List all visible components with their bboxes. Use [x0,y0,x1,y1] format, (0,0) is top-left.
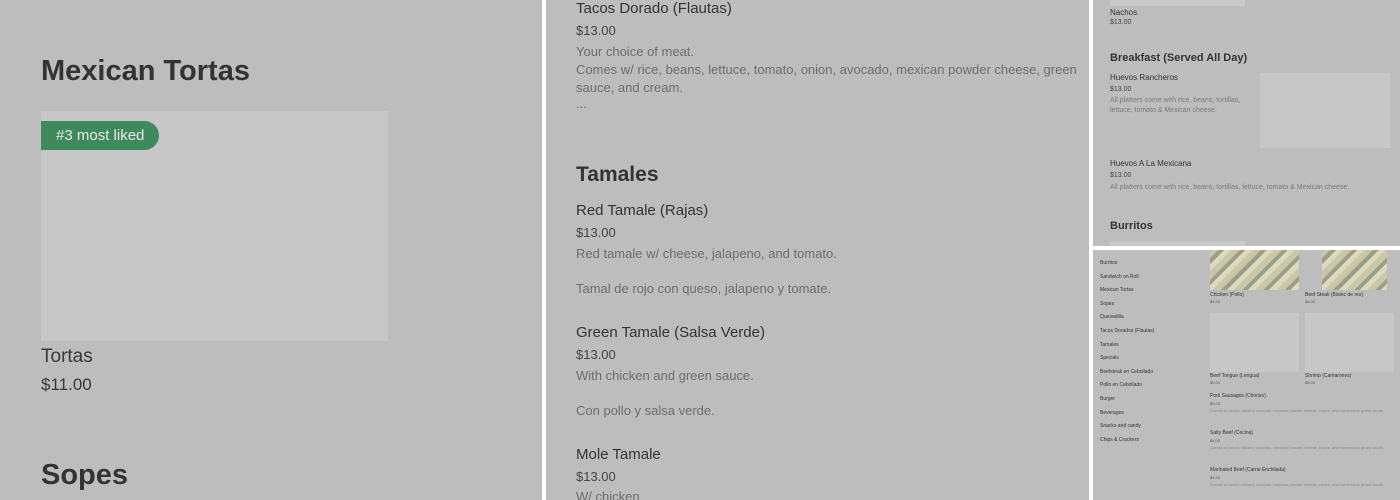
tile-price-chicken: $4.00 [1210,299,1221,304]
item-desc-flautas-1: Your choice of meat. [576,44,695,59]
tortas-image-card[interactable]: #3 most liked [41,111,388,341]
item-name-mole-tamale[interactable]: Mole Tamale [576,446,661,463]
category-link[interactable]: Tamales [1100,342,1119,348]
item-price-huevos-rancheros: $13.00 [1110,86,1132,93]
most-liked-badge: #3 most liked [41,121,160,150]
item-name-green-tamale[interactable]: Green Tamale (Salsa Verde) [576,324,765,341]
section-title-mexican-tortas: Mexican Tortas [41,55,250,87]
category-link[interactable]: Burritos [1100,260,1117,266]
list-name-chorizo[interactable]: Pork Sausages (Chorizo) [1210,393,1266,399]
item-price-red-tamale: $13.00 [576,225,616,240]
category-link[interactable]: Sandwich on Roll [1100,274,1139,280]
item-price-mole-tamale: $13.00 [576,469,616,484]
list-name-cecina[interactable]: Salty Beef (Cecina) [1210,430,1253,436]
list-desc-chorizo: Comes w/ onion, cilantro, avocado, mexic… [1210,408,1385,413]
item-desc-red-tamale-1: Red tamale w/ cheese, jalapeno, and toma… [576,246,837,261]
item-desc-flautas-more: ... [576,96,587,111]
category-link[interactable]: Pollo en Cebollado [1100,382,1142,388]
category-link[interactable]: Beverages [1100,410,1124,416]
item-name-huevos-rancheros[interactable]: Huevos Rancheros [1110,73,1178,82]
item-desc-huevos-rancheros-2: lettuce, tomato & Mexican cheese. [1110,107,1217,114]
category-link[interactable]: Beefsteak en Cebollado [1100,369,1153,375]
menu-panel-breakfast: Nachos $13.00 Breakfast (Served All Day)… [1093,0,1400,246]
item-desc-green-tamale-1: With chicken and green sauce. [576,368,754,383]
item-desc-huevos-mexicana: All platters come with rice, beans, tort… [1110,184,1350,191]
category-link[interactable]: Burger [1100,396,1115,402]
list-price-carne-enchilada: $4.00 [1210,475,1221,480]
list-desc-carne-enchilada: Comes w/ onion, cilantro, avocado, mexic… [1210,482,1385,487]
tile-name-beef-steak[interactable]: Beef Steak (Bistec de res) [1305,292,1363,298]
item-name-flautas[interactable]: Tacos Dorado (Flautas) [576,0,732,17]
tile-name-beef-tongue[interactable]: Beef Tongue (Lengua) [1210,373,1259,379]
item-price-huevos-mexicana: $13.00 [1110,172,1132,179]
list-price-chorizo: $4.00 [1210,401,1221,406]
item-desc-green-tamale-2: Con pollo y salsa verde. [576,403,715,418]
menu-panel-overview: Burritos Sandwich on Roll Mexican Tortas So… [1093,250,1400,500]
section-title-tamales: Tamales [576,163,659,186]
item-desc-flautas-2: Comes w/ rice, beans, lettuce, tomato, o… [576,62,1077,77]
list-desc-cecina: Comes w/ onion, cilantro, avocado, mexic… [1210,445,1385,450]
category-link[interactable]: Specials [1100,355,1119,361]
image-strip-bottom [1110,241,1245,246]
item-name-tortas[interactable]: Tortas [41,346,93,368]
item-price-nachos: $13.00 [1110,19,1132,26]
item-price-flautas: $13.00 [576,23,616,38]
photo-chicken[interactable] [1210,250,1299,290]
section-title-burritos: Burritos [1110,220,1153,232]
item-name-huevos-mexicana[interactable]: Huevos A La Mexicana [1110,159,1191,168]
category-link[interactable]: Sopes [1100,301,1114,307]
category-link[interactable]: Mexican Tortas [1100,287,1134,293]
photo-beef-steak[interactable] [1322,250,1387,290]
tile-image-beef-tongue[interactable] [1210,313,1299,372]
tile-image-shrimp[interactable] [1305,313,1394,372]
section-title-breakfast: Breakfast (Served All Day) [1110,52,1248,64]
list-price-cecina: $4.00 [1210,438,1221,443]
item-name-red-tamale[interactable]: Red Tamale (Rajas) [576,202,708,219]
category-link[interactable]: Snacks and candy [1100,423,1141,429]
huevos-rancheros-image[interactable] [1260,73,1390,148]
item-name-nachos[interactable]: Nachos [1110,8,1137,17]
tile-name-chicken[interactable]: Chicken (Pollo) [1210,292,1244,298]
tile-price-beef-tongue: $5.00 [1210,380,1221,385]
item-desc-mole-tamale: W/ chicken [576,489,640,500]
tile-name-shrimp[interactable]: Shrimp (Camarones) [1305,373,1351,379]
item-desc-huevos-rancheros-1: All platters come with rice, beans, tort… [1110,97,1241,104]
item-price-tortas: $11.00 [41,375,92,394]
menu-panel-tortas: Mexican Tortas #3 most liked Tortas $11.… [0,0,542,500]
category-link[interactable]: Quesadilla [1100,314,1124,320]
tile-price-shrimp: $5.00 [1305,380,1316,385]
section-title-sopes: Sopes [41,459,129,491]
tile-price-beef-steak: $4.00 [1305,299,1316,304]
item-price-green-tamale: $13.00 [576,347,616,362]
category-link[interactable]: Chips & Crackers [1100,437,1139,443]
category-link[interactable]: Tacos Dorados (Flautas) [1100,328,1154,334]
menu-panel-tamales: Tacos Dorado (Flautas) $13.00 Your choic… [546,0,1089,500]
list-name-carne-enchilada[interactable]: Marinated Beef (Carne Enchilada) [1210,467,1286,473]
image-strip-top [1110,0,1245,6]
item-desc-red-tamale-2: Tamal de rojo con queso, jalapeno y toma… [576,281,832,296]
item-desc-flautas-3: sauce, and cream. [576,80,683,95]
